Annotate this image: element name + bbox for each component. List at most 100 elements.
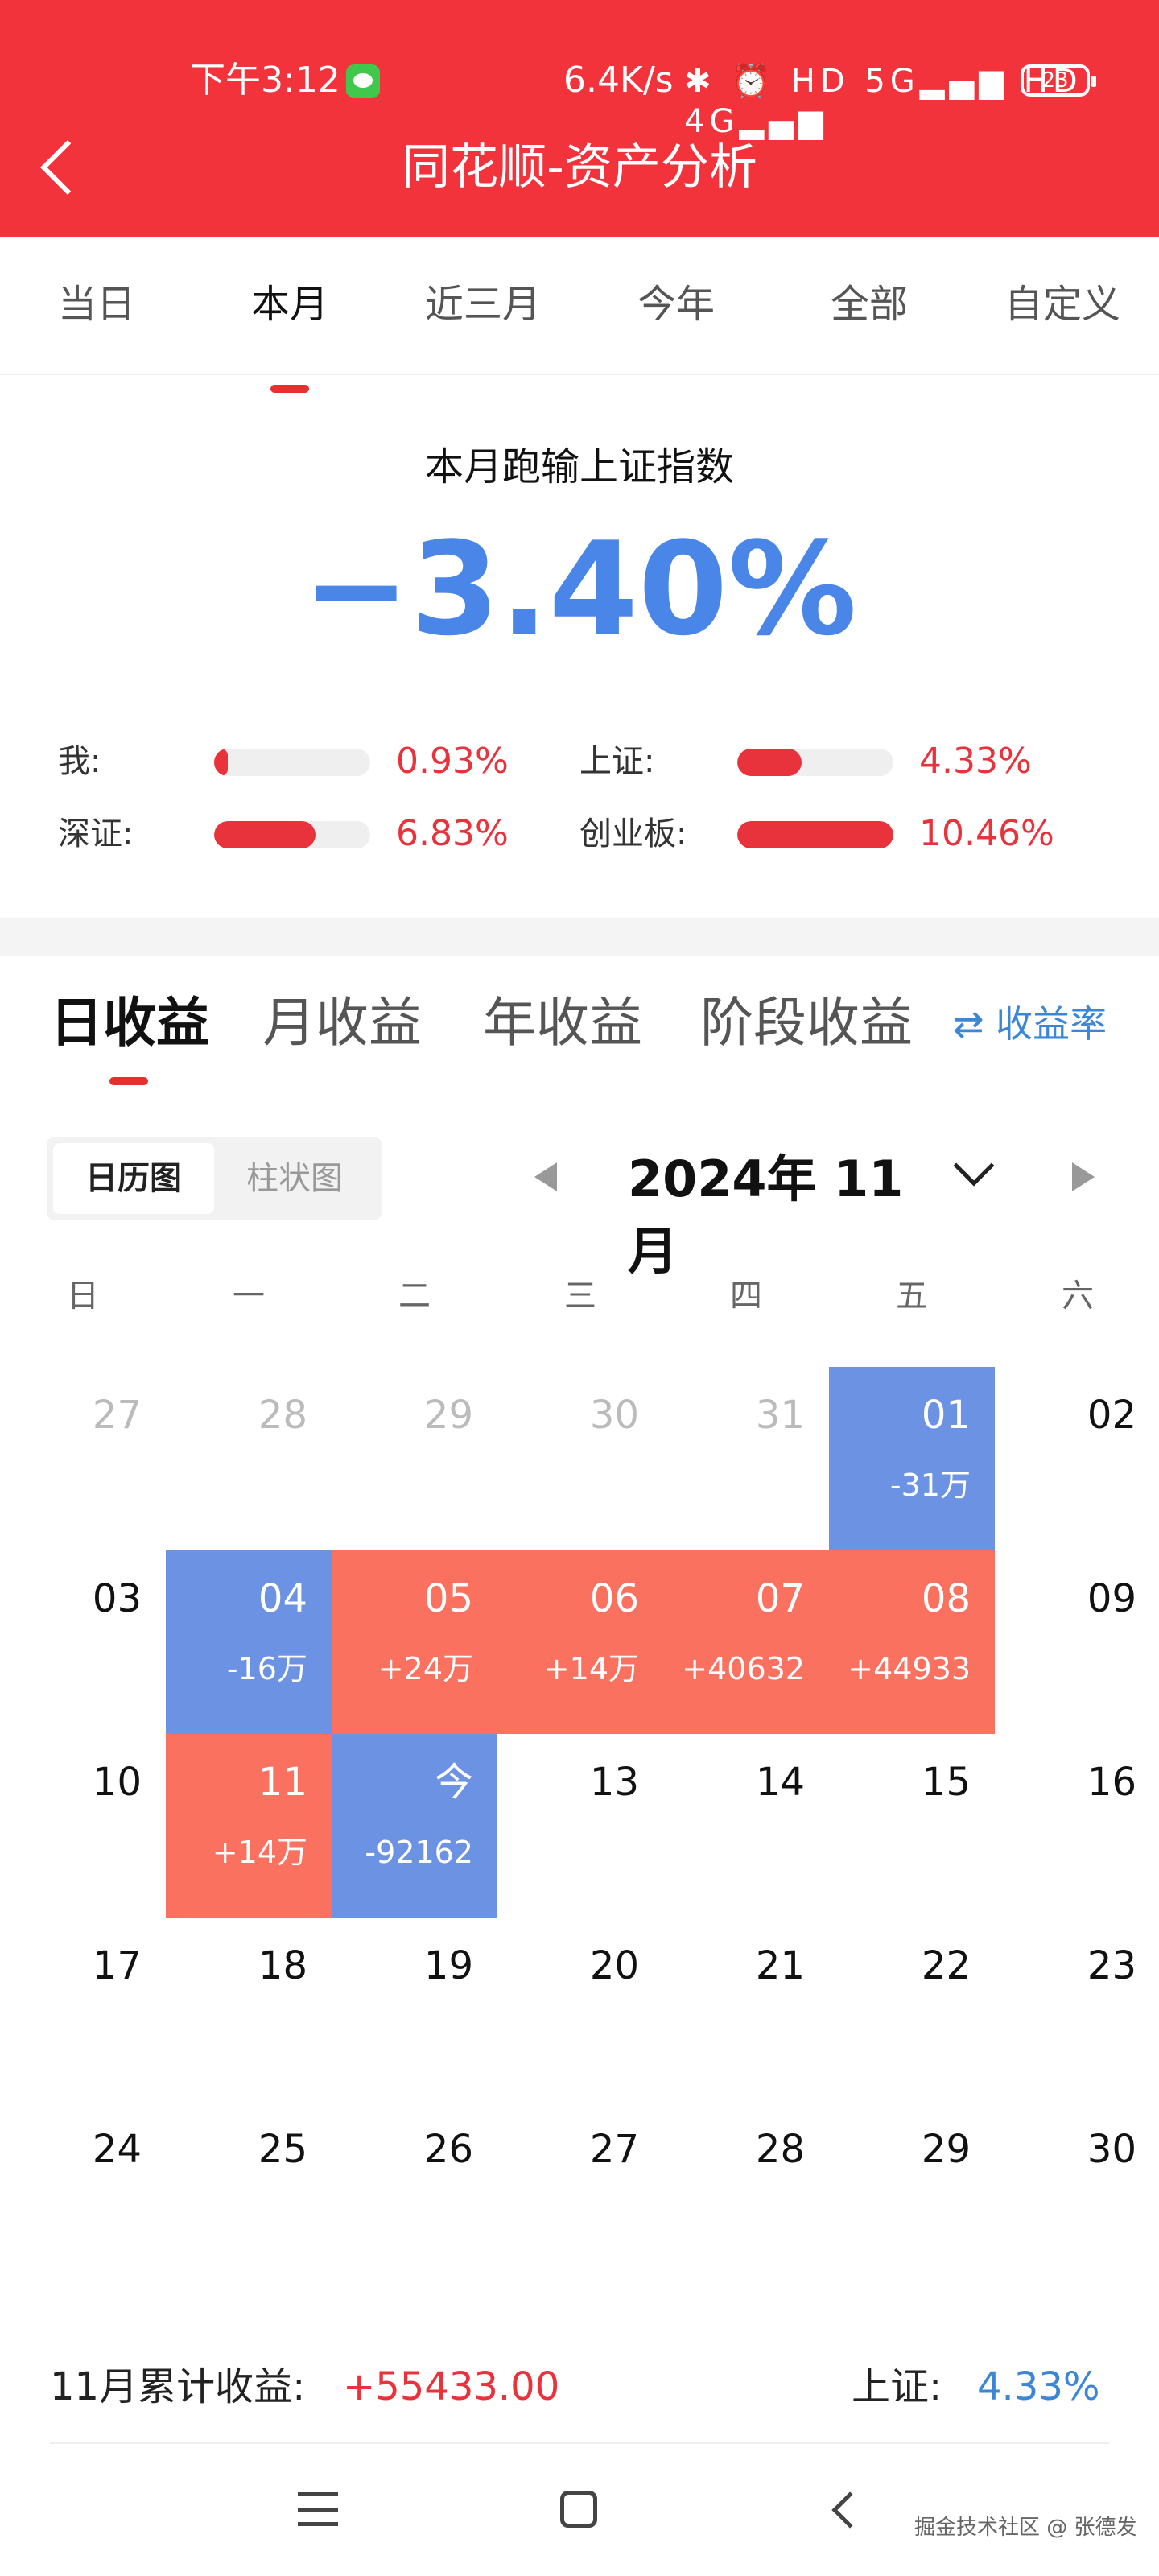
tab-period-income[interactable]: 阶段收益	[700, 987, 913, 1059]
calendar-day-number: 27	[92, 1393, 142, 1438]
tab-label: 全部	[830, 282, 908, 327]
comparison-bar-fill	[737, 749, 802, 776]
calendar-day-cell[interactable]: 15	[829, 1734, 995, 1918]
return-rate-toggle[interactable]: ⇄ 收益率	[953, 998, 1107, 1050]
calendar-day-number: 26	[423, 2127, 473, 2172]
cumulative-income-label: 11月累计收益:	[50, 2364, 306, 2409]
calendar-view-option[interactable]: 日历图	[53, 1143, 214, 1214]
weekday-label: 六	[1062, 1278, 1094, 1315]
status-time: 下午3:12	[190, 60, 340, 101]
comparison-value: 10.46%	[919, 813, 1054, 854]
comparison-label: 深证:	[58, 815, 134, 852]
calendar-day-amount: +14万	[543, 1651, 639, 1686]
summary-caption: 本月跑输上证指数	[424, 444, 734, 489]
calendar-day-cell[interactable]: 09	[995, 1550, 1159, 1734]
chevron-down-icon[interactable]	[953, 1145, 995, 1187]
calendar-day-number: 30	[589, 1393, 639, 1438]
prev-month-icon[interactable]	[534, 1162, 557, 1191]
calendar-day-amount: +24万	[377, 1651, 473, 1686]
calendar-day-number: 29	[423, 1393, 473, 1438]
calendar-day-cell[interactable]: 08 +44933	[829, 1550, 995, 1734]
comparison-me: 我: 0.93%	[58, 737, 541, 786]
calendar-day-cell[interactable]: 27	[497, 2101, 663, 2285]
comparison-bar-track	[214, 749, 370, 776]
weekday-label: 五	[896, 1278, 928, 1315]
title-bar: 同花顺-资产分析	[0, 121, 1159, 217]
calendar-day-cell[interactable]: 30	[995, 2101, 1159, 2285]
calendar-day-cell[interactable]: 04 -16万	[166, 1550, 332, 1734]
tab-today[interactable]: 当日	[0, 279, 193, 330]
calendar-day-number: 28	[258, 1393, 307, 1438]
tab-this-month[interactable]: 本月	[193, 279, 386, 393]
tab-daily-income[interactable]: 日收益	[50, 987, 209, 1059]
comparison-label: 上证:	[580, 743, 655, 780]
calendar-day-cell[interactable]: 19	[332, 1918, 497, 2101]
weekday-label: 四	[730, 1278, 762, 1315]
calendar-day-number: 04	[258, 1576, 307, 1621]
menu-icon[interactable]	[298, 2492, 338, 2526]
weekday-label: 三	[564, 1278, 596, 1315]
calendar-day-cell[interactable]: 28	[166, 1367, 332, 1550]
tab-label: 近三月	[424, 282, 541, 327]
calendar-day-cell[interactable]: 02	[995, 1367, 1159, 1550]
comparison-bar-track	[737, 749, 893, 776]
calendar-day-cell[interactable]: 31	[663, 1367, 829, 1550]
calendar-day-cell[interactable]: 24	[0, 2101, 166, 2285]
calendar-day-number: 24	[92, 2127, 142, 2172]
calendar-day-cell[interactable]: 05 +24万	[332, 1550, 497, 1734]
calendar-day-cell[interactable]: 01 -31万	[829, 1367, 995, 1550]
calendar-day-cell[interactable]: 18	[166, 1918, 332, 2101]
calendar-day-cell[interactable]: 17	[0, 1918, 166, 2101]
comparison-value: 6.83%	[396, 813, 509, 854]
battery-icon: 23	[1021, 64, 1096, 97]
tab-custom[interactable]: 自定义	[966, 279, 1159, 330]
tab-all[interactable]: 全部	[773, 279, 966, 330]
calendar-day-cell[interactable]: 14	[663, 1734, 829, 1918]
calendar-day-number: 23	[1087, 1943, 1136, 1988]
index-value: 4.33%	[977, 2364, 1100, 2409]
calendar-day-cell[interactable]: 11 +14万	[166, 1734, 332, 1918]
calendar-day-number: 25	[258, 2127, 307, 2172]
comparison-bar-fill	[214, 821, 316, 848]
index-label: 上证:	[852, 2364, 942, 2409]
summary-value: −3.40%	[302, 514, 857, 664]
calendar-day-cell[interactable]: 10	[0, 1734, 166, 1918]
month-label[interactable]: 2024年 11月	[628, 1143, 934, 1288]
home-icon[interactable]	[560, 2491, 597, 2528]
calendar-day-cell[interactable]: 06 +14万	[497, 1550, 663, 1734]
tab-this-year[interactable]: 今年	[580, 279, 773, 330]
calendar-day-cell[interactable]: 16	[995, 1734, 1159, 1918]
calendar-day-cell[interactable]: 21	[663, 1918, 829, 2101]
calendar-day-cell[interactable]: 29	[332, 1367, 497, 1550]
wechat-icon	[346, 64, 380, 98]
calendar-day-cell[interactable]: 23	[995, 1918, 1159, 2101]
comparison-label: 创业板:	[580, 815, 687, 852]
comparison-bar-fill	[214, 749, 228, 776]
calendar-day-cell[interactable]: 今 -92162	[332, 1734, 497, 1918]
bar-view-option[interactable]: 柱状图	[214, 1143, 375, 1214]
calendar-day-cell[interactable]: 22	[829, 1918, 995, 2101]
calendar-day-cell[interactable]: 13	[497, 1734, 663, 1918]
tab-yearly-income[interactable]: 年收益	[483, 987, 642, 1059]
calendar-day-number: 20	[589, 1943, 639, 1988]
tab-label: 自定义	[1004, 282, 1120, 327]
calendar-day-cell[interactable]: 26	[332, 2101, 497, 2285]
calendar-day-cell[interactable]: 27	[0, 1367, 166, 1550]
weekday-label: 日	[67, 1278, 99, 1315]
calendar-day-cell[interactable]: 03	[0, 1550, 166, 1734]
calendar-day-number: 09	[1087, 1576, 1136, 1621]
back-icon[interactable]	[831, 2491, 868, 2529]
calendar-day-cell[interactable]: 20	[497, 1918, 663, 2101]
calendar-day-cell[interactable]: 30	[497, 1367, 663, 1550]
next-month-icon[interactable]	[1072, 1162, 1095, 1191]
calendar-day-cell[interactable]: 29	[829, 2101, 995, 2285]
section-divider	[0, 918, 1159, 956]
calendar-day-number: 11	[258, 1760, 307, 1805]
calendar-day-cell[interactable]: 07 +40632	[663, 1550, 829, 1734]
tab-monthly-income[interactable]: 月收益	[262, 987, 422, 1059]
tab-three-months[interactable]: 近三月	[386, 279, 580, 330]
calendar-day-cell[interactable]: 28	[663, 2101, 829, 2285]
calendar-day-cell[interactable]: 25	[166, 2101, 332, 2285]
calendar-day-amount: +40632	[682, 1651, 805, 1686]
calendar-day-amount: +14万	[212, 1835, 307, 1870]
